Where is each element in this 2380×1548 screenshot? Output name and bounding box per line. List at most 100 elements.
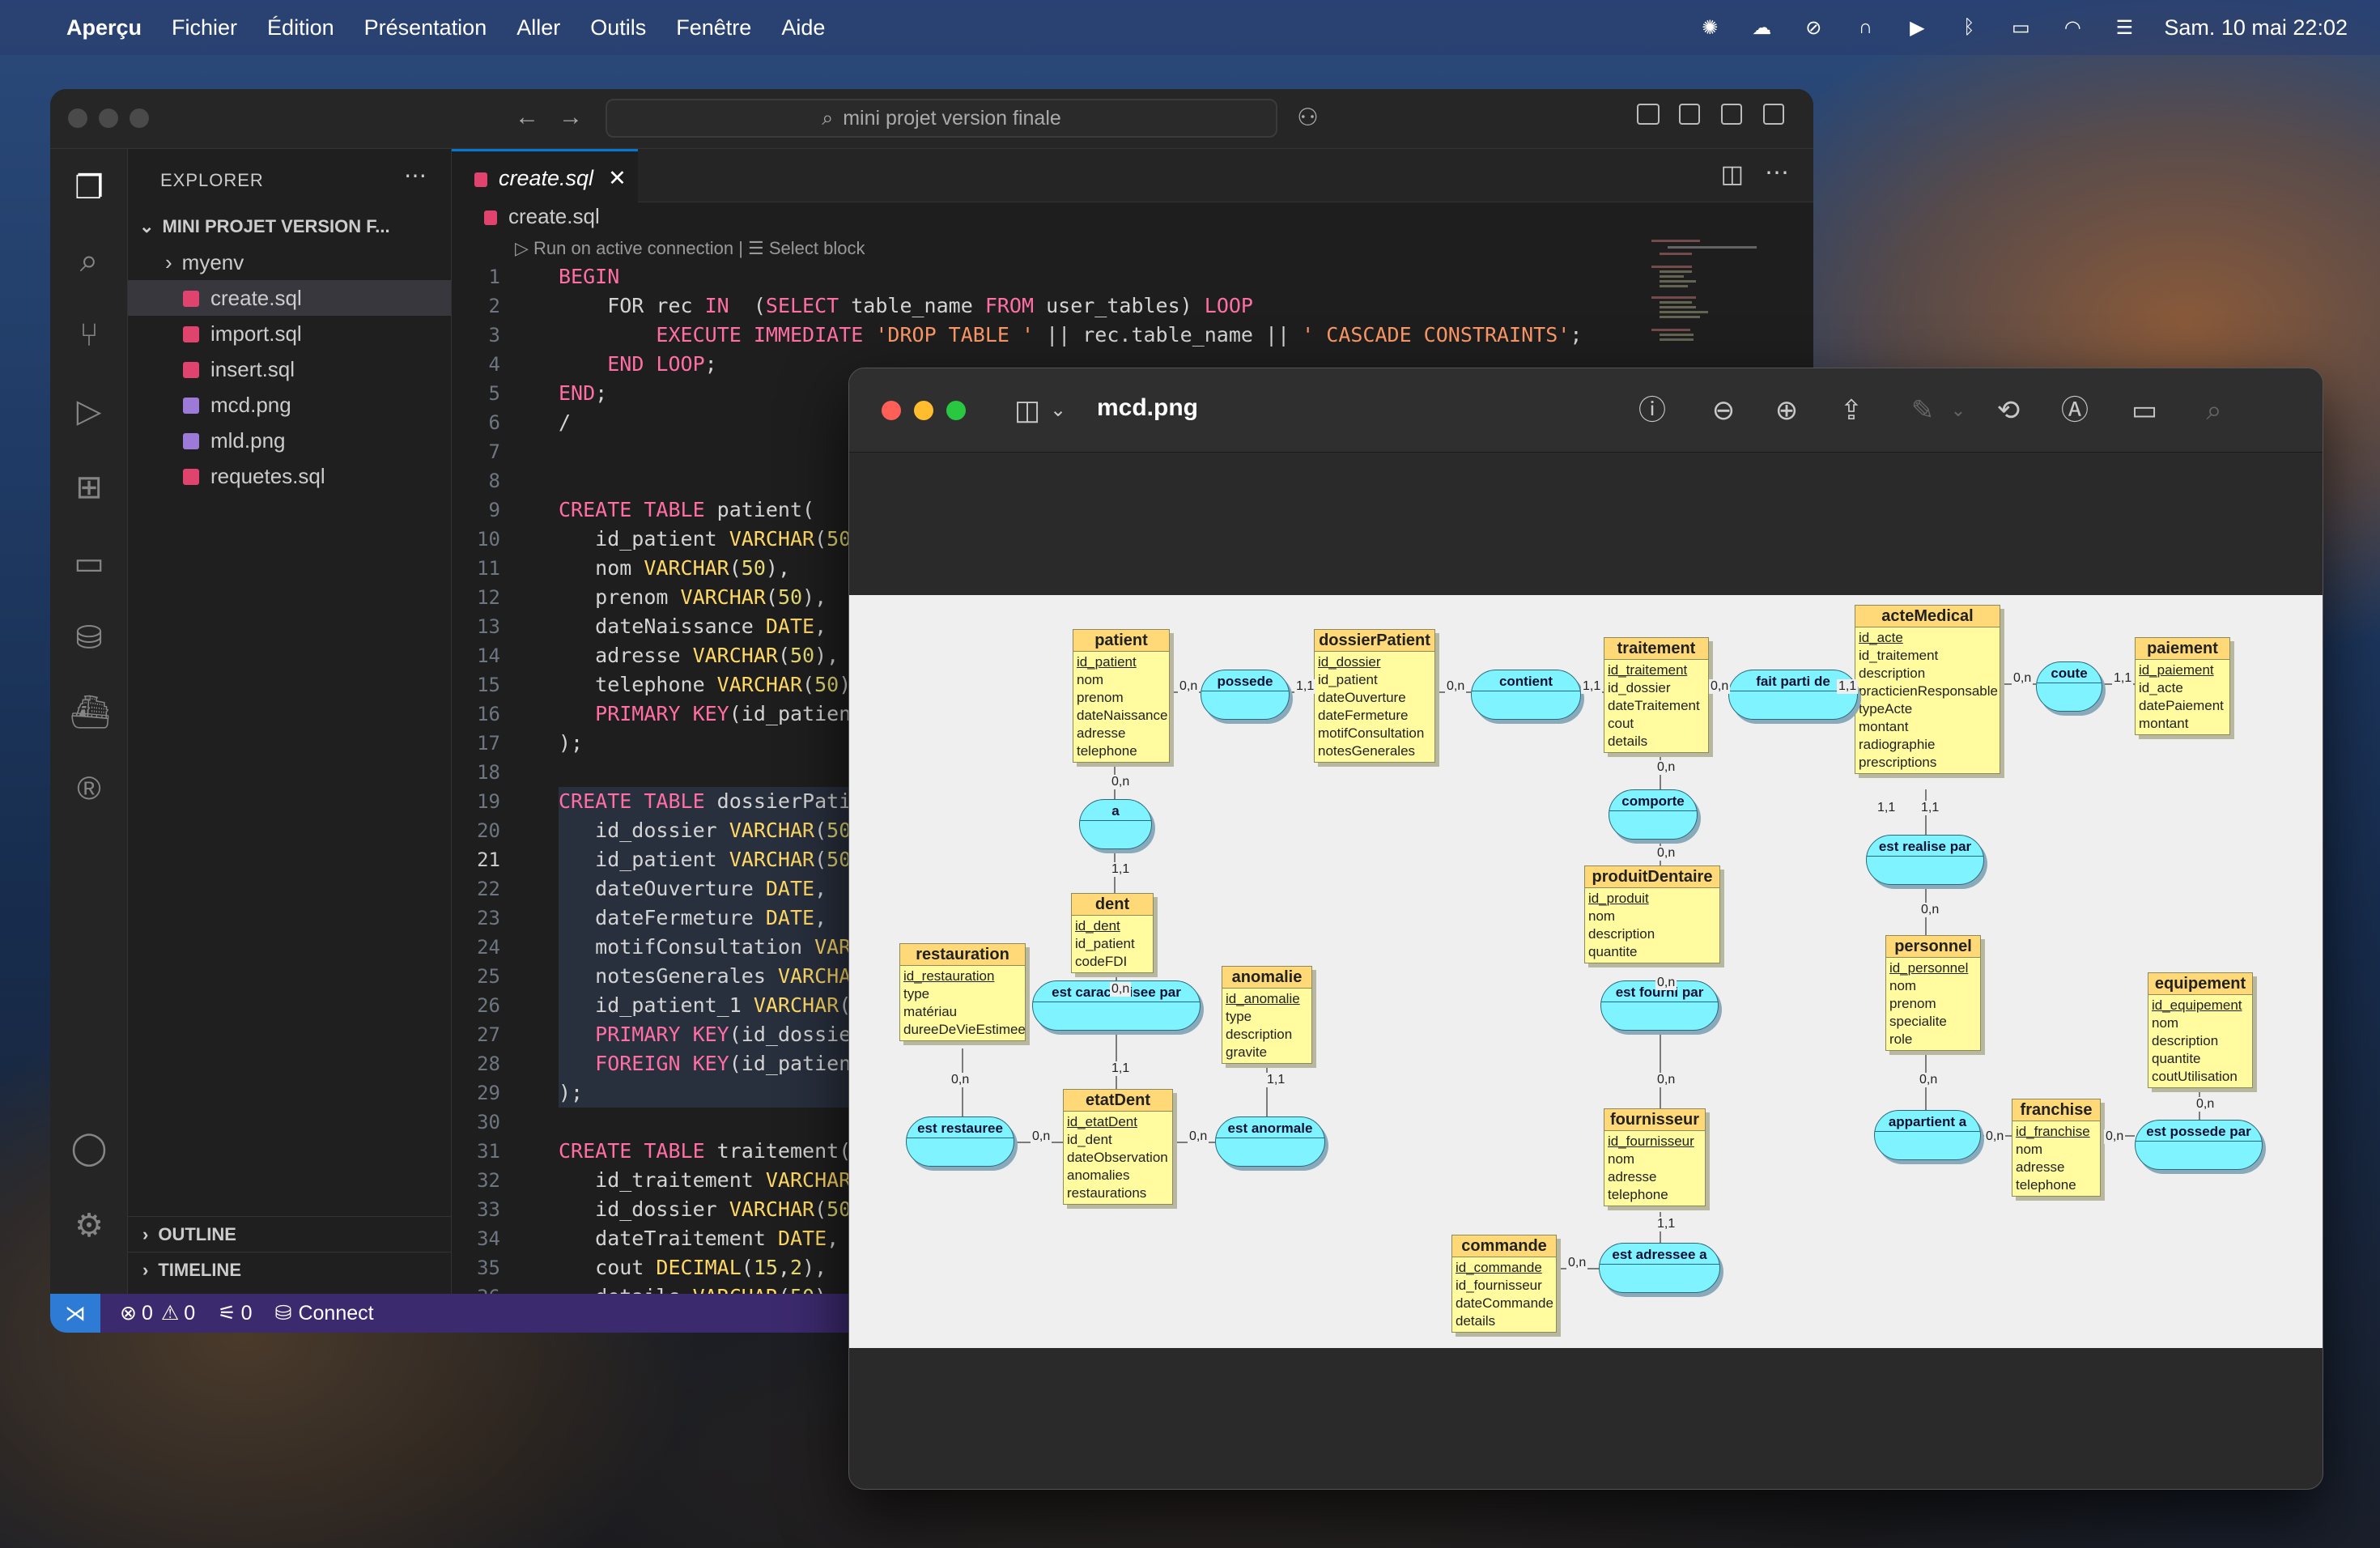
file-requetes-sql[interactable]: requetes.sql xyxy=(128,458,451,494)
minimap[interactable] xyxy=(1651,235,1797,381)
info-icon[interactable]: ⓘ xyxy=(1636,394,1668,427)
entity-field: anomalies xyxy=(1067,1167,1130,1183)
database-icon[interactable]: ⛁ xyxy=(275,1301,292,1325)
zoom-out-icon[interactable]: ⊖ xyxy=(1707,394,1740,427)
entity-fournisseur: fournisseur id_fournisseur nom adresse telep… xyxy=(1604,1108,1706,1206)
minimize-dot[interactable] xyxy=(914,401,933,420)
more-actions-icon[interactable]: ⋯ xyxy=(404,162,427,189)
breadcrumb[interactable]: create.sql xyxy=(484,204,600,229)
bluetooth-icon[interactable]: ᛒ xyxy=(1957,16,1981,38)
menu-outils[interactable]: Outils xyxy=(590,15,646,40)
copilot-icon[interactable]: ⚇ xyxy=(1297,104,1319,132)
zoom-dot[interactable] xyxy=(946,401,966,420)
search-icon[interactable]: ⌕ xyxy=(70,241,108,280)
project-folder[interactable]: ⌄ MINI PROJET VERSION F... xyxy=(128,209,451,245)
command-center-search[interactable]: ⌕ mini projet version finale xyxy=(606,99,1277,138)
ports-icon[interactable]: ⚟ xyxy=(218,1301,236,1325)
close-dot[interactable] xyxy=(882,401,901,420)
relation-label: est realise par xyxy=(1867,836,1983,857)
code-line[interactable]: FOR rec IN (SELECT table_name FROM user_… xyxy=(559,291,1773,321)
back-arrow-icon[interactable]: ← xyxy=(515,104,539,131)
menu-datetime[interactable]: Sam. 10 mai 22:02 xyxy=(2164,15,2348,40)
line-number: 3 xyxy=(488,324,500,347)
toggle-sidebar-icon[interactable] xyxy=(1679,104,1700,125)
rotate-icon[interactable]: ⟲ xyxy=(1992,394,2025,427)
toggle-secondary-sidebar-icon[interactable] xyxy=(1763,104,1784,125)
codelens[interactable]: ▷ Run on active connection | ☰ Select bl… xyxy=(515,238,865,259)
relation-est-possede-par: est possede par xyxy=(2135,1120,2263,1170)
code-line[interactable]: EXECUTE IMMEDIATE 'DROP TABLE ' || rec.t… xyxy=(559,321,1773,350)
warnings-count[interactable]: 0 xyxy=(184,1302,195,1325)
close-dot[interactable] xyxy=(68,108,87,128)
menu-app-name[interactable]: Aperçu xyxy=(66,15,142,40)
chevron-down-icon[interactable]: ⌄ xyxy=(1042,394,1074,427)
file-import-sql[interactable]: import.sql xyxy=(128,316,451,351)
file-insert-sql[interactable]: insert.sql xyxy=(128,351,451,387)
forward-arrow-icon[interactable]: → xyxy=(559,104,583,131)
source-control-icon[interactable]: ⑂ xyxy=(70,316,108,355)
timeline-section[interactable]: › TIMELINE xyxy=(128,1252,451,1287)
control-center-icon[interactable]: ☰ xyxy=(2112,17,2136,39)
chatgpt-icon[interactable]: ✺ xyxy=(1698,17,1722,39)
close-icon[interactable]: ✕ xyxy=(608,166,627,190)
code-line[interactable]: BEGIN xyxy=(559,262,1773,291)
docker-icon[interactable]: ⛴ xyxy=(70,693,111,732)
cardinality-label: 0,n xyxy=(1655,846,1677,861)
layout-icon[interactable] xyxy=(1637,104,1660,125)
menu-aller[interactable]: Aller xyxy=(516,15,560,40)
chevron-down-icon[interactable]: ⌄ xyxy=(1942,394,1974,427)
relation-label: appartient a xyxy=(1875,1111,1980,1132)
menu-edition[interactable]: Édition xyxy=(267,15,334,40)
chevron-down-icon: ⌄ xyxy=(139,216,155,236)
battery-icon[interactable]: ▭ xyxy=(2008,17,2033,39)
toggle-panel-icon[interactable] xyxy=(1721,104,1742,125)
remote-explorer-icon[interactable]: ▭ xyxy=(70,544,108,583)
file-myenv[interactable]: › myenv xyxy=(128,245,451,280)
errors-icon[interactable]: ⊗ xyxy=(120,1301,137,1325)
headphones-icon[interactable]: ∩ xyxy=(1853,16,1877,38)
connect-label[interactable]: Connect xyxy=(298,1302,373,1325)
menu-presentation[interactable]: Présentation xyxy=(364,15,487,40)
outline-section[interactable]: › OUTLINE xyxy=(128,1216,451,1252)
entity-title: traitement xyxy=(1604,638,1708,660)
file-create-sql[interactable]: create.sql xyxy=(128,280,451,316)
minimize-dot[interactable] xyxy=(99,108,118,128)
wifi-icon[interactable]: ◠ xyxy=(2060,17,2085,39)
window-title: mcd.png xyxy=(1097,394,1198,421)
explorer-icon[interactable]: ❐ xyxy=(70,168,108,207)
sidebar-toggle-icon[interactable]: ◫ xyxy=(1011,394,1043,427)
r-language-icon[interactable]: ® xyxy=(70,769,108,808)
file-mld-png[interactable]: mld.png xyxy=(128,423,451,458)
more-actions-icon[interactable]: ⋯ xyxy=(1765,159,1789,187)
line-number: 29 xyxy=(477,1082,500,1104)
play-icon[interactable]: ▶ xyxy=(1905,17,1929,39)
cloud-icon[interactable]: ☁ xyxy=(1749,17,1774,39)
line-number: 7 xyxy=(488,440,500,463)
markup-icon[interactable]: Ⓐ xyxy=(2059,394,2091,427)
menu-aide[interactable]: Aide xyxy=(781,15,825,40)
form-fill-icon[interactable]: ▭ xyxy=(2128,394,2161,427)
zoom-dot[interactable] xyxy=(130,108,149,128)
warnings-icon[interactable]: ⚠ xyxy=(161,1301,179,1325)
ports-count[interactable]: 0 xyxy=(241,1302,253,1325)
relation-est-restauree: est restauree xyxy=(906,1116,1014,1167)
zoom-in-icon[interactable]: ⊕ xyxy=(1770,394,1803,427)
errors-count[interactable]: 0 xyxy=(142,1302,153,1325)
settings-gear-icon[interactable]: ⚙ xyxy=(70,1206,108,1245)
extensions-icon[interactable]: ⊞ xyxy=(70,468,108,507)
compass-icon[interactable]: ⊘ xyxy=(1801,17,1825,39)
highlight-icon[interactable]: ✎ xyxy=(1906,394,1939,427)
file-mcd-png[interactable]: mcd.png xyxy=(128,387,451,423)
search-icon[interactable]: ⌕ xyxy=(2198,394,2230,427)
share-icon[interactable]: ⇪ xyxy=(1835,394,1868,427)
relation-label: est restauree xyxy=(907,1117,1014,1138)
database-icon[interactable]: ⛁ xyxy=(70,619,108,657)
tab-create-sql[interactable]: create.sql ✕ xyxy=(452,149,638,202)
account-icon[interactable]: ◯ xyxy=(70,1129,108,1167)
remote-icon[interactable]: ⋊ xyxy=(50,1294,100,1333)
menu-fichier[interactable]: Fichier xyxy=(172,15,237,40)
entity-field: dateObservation xyxy=(1067,1150,1168,1165)
run-debug-icon[interactable]: ▷ xyxy=(70,392,108,431)
menu-fenetre[interactable]: Fenêtre xyxy=(676,15,751,40)
split-editor-icon[interactable]: ◫ xyxy=(1721,160,1744,189)
